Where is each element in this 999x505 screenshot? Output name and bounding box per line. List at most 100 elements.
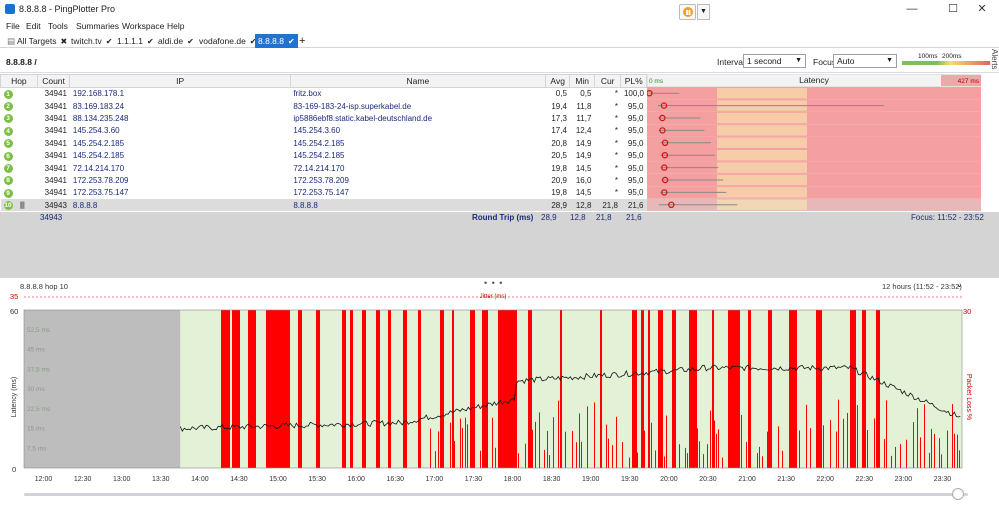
close-button[interactable]: ✕ xyxy=(965,1,999,18)
trace-row[interactable]: 3 34941 88.134.235.248 ip5886ebf8.static.ka… xyxy=(1,112,647,124)
trace-row[interactable]: 1 34941 192.168.178.1 fritz.box 0,5 0,5 * 100,0 xyxy=(1,88,647,100)
tab-vodafone[interactable]: vodafone.de ✔ xyxy=(196,34,260,48)
col-count[interactable]: Count xyxy=(36,74,71,88)
y-axis-min: 0 xyxy=(12,465,16,474)
timeline-graph: 35 Jitter (ms) 60 0 30 Latency (ms) Pack… xyxy=(10,292,972,483)
trace-row[interactable]: 6 34941 145.254.2.185 145.254.2.185 20,5 14,9… xyxy=(1,149,647,161)
time-scroll-thumb[interactable] xyxy=(952,488,964,500)
trace-row[interactable]: 2 34941 83.169.183.24 83-169-183-24-isp.sup… xyxy=(1,100,647,112)
menu-file[interactable]: File xyxy=(6,21,20,31)
pause-button[interactable] xyxy=(679,4,696,20)
tab-twitch[interactable]: twitch.tv ✔ xyxy=(68,34,115,48)
add-tab-button[interactable]: + xyxy=(296,34,308,48)
avg-cell: 17,3 xyxy=(551,113,567,123)
loss-bar xyxy=(810,428,811,468)
cur-cell: * xyxy=(614,126,618,136)
avg-cell: 0,5 xyxy=(555,89,567,99)
trace-row[interactable]: 7 34941 72.14.214.170 72.14.214.170 19,8 14,5… xyxy=(1,162,647,174)
y-tick-label: 37,5 ms xyxy=(27,366,51,373)
col-latency[interactable]: Latency xyxy=(799,75,830,85)
col-hop[interactable]: Hop xyxy=(0,74,38,88)
menu-tools[interactable]: Tools xyxy=(48,21,68,31)
loss-bar xyxy=(418,310,421,468)
col-cur[interactable]: Cur xyxy=(593,74,622,88)
menu-summaries[interactable]: Summaries xyxy=(76,21,119,31)
pause-icon xyxy=(683,7,693,17)
trace-row[interactable]: 8 34941 172.253.78.209 172.253.78.209 20,9 16… xyxy=(1,174,647,186)
name-cell: 145.254.2.185 xyxy=(293,151,345,161)
loss-bar xyxy=(435,451,436,468)
focus-select[interactable]: Auto ▼ xyxy=(833,54,897,68)
latency-min-label: 0 ms xyxy=(649,78,664,85)
loss-bar xyxy=(565,431,566,468)
all-targets-icon: ▤ xyxy=(7,36,17,46)
menu-help[interactable]: Help xyxy=(167,21,184,31)
tab-aldi[interactable]: aldi.de ✔ xyxy=(155,34,197,48)
chevron-down-icon[interactable]: ⌄ xyxy=(956,280,963,289)
tab-8-8-8-8[interactable]: 8.8.8.8 ✔ xyxy=(255,34,298,48)
count-cell: 34941 xyxy=(44,163,67,173)
loss-bar xyxy=(917,408,918,468)
target-breadcrumb: 8.8.8.8 / xyxy=(6,57,37,67)
y-tick-label: 45 ms xyxy=(27,347,45,354)
tab-1-1-1-1[interactable]: 1.1.1.1 ✔ xyxy=(114,34,157,48)
loss-bar xyxy=(867,429,868,468)
loss-bar xyxy=(266,310,290,468)
loss-bar xyxy=(857,405,858,468)
col-ip[interactable]: IP xyxy=(69,74,291,88)
time-scrollbar[interactable] xyxy=(24,493,968,496)
tab-all-targets[interactable]: ▤ All Targets ✖ xyxy=(4,34,70,48)
loss-bar xyxy=(298,310,302,468)
minimize-button[interactable]: — xyxy=(895,1,929,18)
loss-bar xyxy=(748,310,751,468)
loss-bar xyxy=(438,431,439,468)
pause-options-button[interactable]: ▼ xyxy=(697,4,710,20)
loss-bar xyxy=(539,412,540,468)
loss-bar xyxy=(487,432,488,468)
tab-label: 8.8.8.8 xyxy=(258,36,284,46)
trace-row[interactable]: 4 34941 145.254.3.60 145.254.3.60 17,4 12,4 * 9… xyxy=(1,125,647,137)
loss-bar xyxy=(664,456,665,468)
count-cell: 34941 xyxy=(44,101,67,111)
focus-value: Auto xyxy=(837,56,855,66)
x-tick-label: 20:00 xyxy=(660,476,678,483)
loss-bar xyxy=(816,410,817,468)
x-tick-label: 21:00 xyxy=(738,476,756,483)
loss-bar xyxy=(906,439,907,468)
x-tick-label: 17:30 xyxy=(465,476,483,483)
trace-row[interactable]: 10 ▐▌ 34943 8.8.8.8 8.8.8.8 28,9 12,8 21,8 21,6 xyxy=(0,199,647,212)
trace-row[interactable]: 9 34941 172.253.75.147 172.253.75.147 19,8 14… xyxy=(1,187,647,199)
loss-bar xyxy=(532,429,533,468)
col-name[interactable]: Name xyxy=(289,74,546,88)
jitter-label: Jitter (ms) xyxy=(480,294,507,300)
interval-select[interactable]: 1 second ▼ xyxy=(743,54,806,68)
trace-row[interactable]: 5 34941 145.254.2.185 145.254.2.185 20,8 14,9… xyxy=(1,137,647,149)
cur-cell: * xyxy=(614,163,618,173)
menu-workspace[interactable]: Workspace xyxy=(122,21,164,31)
loss-bar xyxy=(648,310,650,468)
loss-bar xyxy=(637,452,638,468)
graph-icon[interactable]: ▐▌ xyxy=(17,203,27,209)
cur-cell: * xyxy=(614,101,618,111)
loss-bar xyxy=(388,310,391,468)
avg-cell: 20,8 xyxy=(551,138,567,148)
menu-edit[interactable]: Edit xyxy=(26,21,41,31)
loss-bar xyxy=(863,454,864,468)
close-icon[interactable]: ✖ xyxy=(60,37,67,46)
col-min[interactable]: Min xyxy=(569,74,595,88)
hop-cell: 2 xyxy=(1,100,38,112)
loss-bar xyxy=(891,455,892,468)
loss-bar xyxy=(759,446,760,468)
avg-cell: 20,5 xyxy=(551,151,567,161)
col-pl[interactable]: PL% xyxy=(620,74,647,88)
loss-bar xyxy=(836,431,837,468)
alerts-tab[interactable]: Alerts xyxy=(986,49,999,89)
pl-cell: 95,0 xyxy=(627,188,644,198)
loss-bar xyxy=(316,310,320,468)
loss-bar xyxy=(757,453,758,468)
loss-bar xyxy=(608,438,609,468)
summary-cur: 21,8 xyxy=(596,213,612,222)
loss-bar xyxy=(703,454,704,468)
count-cell: 34941 xyxy=(44,175,67,185)
col-avg[interactable]: Avg xyxy=(544,74,571,88)
